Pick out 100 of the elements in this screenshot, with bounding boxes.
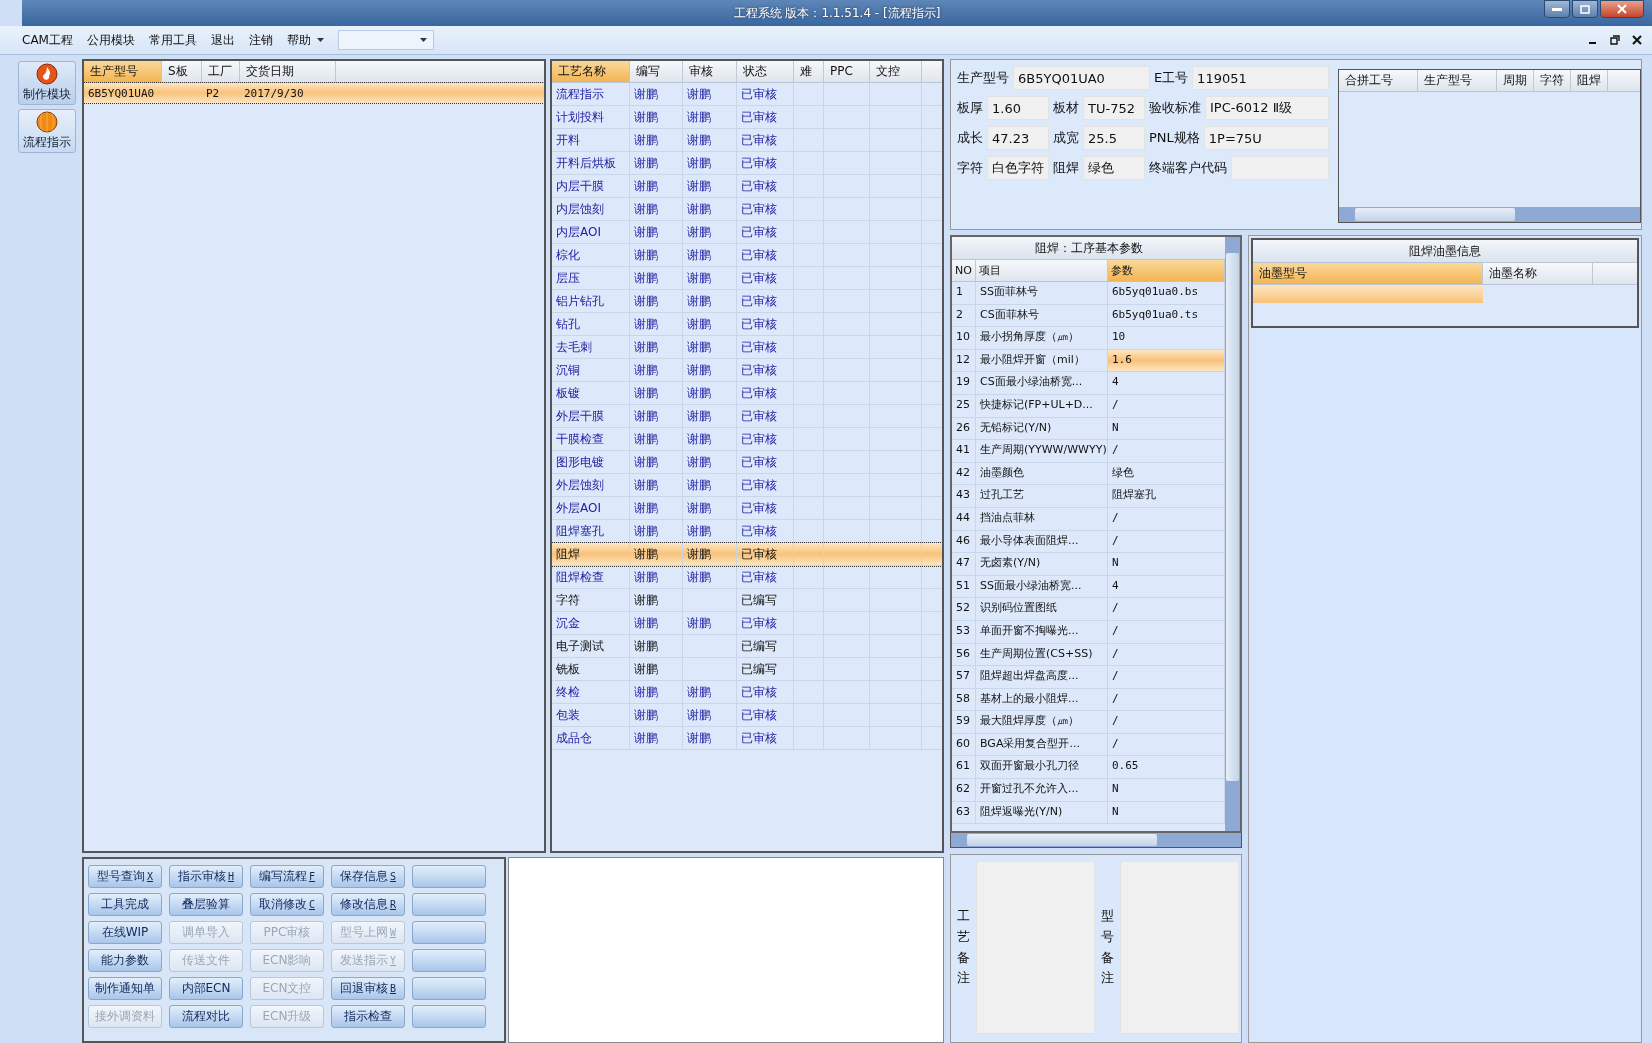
action-button[interactable]: 指示检查 bbox=[331, 1005, 405, 1028]
column-header[interactable]: 文控 bbox=[870, 61, 922, 82]
text-field[interactable]: 119051 bbox=[1192, 66, 1329, 90]
table-row[interactable]: 图形电镀 谢鹏 谢鹏 已审核 bbox=[552, 451, 942, 474]
text-field[interactable]: 1.60 bbox=[987, 96, 1049, 120]
minimize-button[interactable] bbox=[1544, 0, 1570, 18]
blank-button[interactable] bbox=[412, 921, 486, 944]
column-header[interactable]: 周期 bbox=[1497, 70, 1534, 91]
table-row[interactable]: 棕化 谢鹏 谢鹏 已审核 bbox=[552, 244, 942, 267]
table-row[interactable]: 成品仓 谢鹏 谢鹏 已审核 bbox=[552, 727, 942, 750]
table-row[interactable]: 阻焊检查 谢鹏 谢鹏 已审核 bbox=[552, 566, 942, 589]
text-field[interactable]: TU-752 bbox=[1083, 96, 1145, 120]
table-row[interactable]: 板镀 谢鹏 谢鹏 已审核 bbox=[552, 382, 942, 405]
table-row[interactable]: 计划投料 谢鹏 谢鹏 已审核 bbox=[552, 106, 942, 129]
menu-item[interactable]: 注销 bbox=[248, 31, 273, 49]
action-button[interactable]: 指示审核 H bbox=[169, 865, 243, 888]
table-row[interactable]: 阻焊 谢鹏 谢鹏 已审核 bbox=[552, 543, 942, 566]
table-row[interactable]: 内层AOI 谢鹏 谢鹏 已审核 bbox=[552, 221, 942, 244]
text-area[interactable] bbox=[1120, 861, 1239, 1034]
text-area[interactable] bbox=[976, 861, 1095, 1034]
table-row[interactable]: 电子测试 谢鹏 已编写 bbox=[552, 635, 942, 658]
table-row[interactable]: 层压 谢鹏 谢鹏 已审核 bbox=[552, 267, 942, 290]
action-button[interactable]: 回退审核 B bbox=[331, 977, 405, 1000]
table-row[interactable]: 沉金 谢鹏 谢鹏 已审核 bbox=[552, 612, 942, 635]
table-row[interactable]: 去毛刺 谢鹏 谢鹏 已审核 bbox=[552, 336, 942, 359]
action-button[interactable]: 叠层验算 bbox=[169, 893, 243, 916]
column-header[interactable]: 编写 bbox=[630, 61, 683, 82]
column-header[interactable]: PPC bbox=[824, 61, 870, 82]
table-row[interactable]: 开料后烘板 谢鹏 谢鹏 已审核 bbox=[552, 152, 942, 175]
column-header[interactable]: 工艺名称 bbox=[552, 61, 630, 82]
action-button[interactable]: 取消修改 C bbox=[250, 893, 324, 916]
text-field[interactable]: 1P=75U bbox=[1203, 126, 1329, 150]
action-button[interactable]: 编写流程 F bbox=[250, 865, 324, 888]
action-button[interactable]: 修改信息 R bbox=[331, 893, 405, 916]
vertical-scrollbar[interactable] bbox=[1225, 237, 1240, 831]
action-button[interactable]: 能力参数 bbox=[88, 949, 162, 972]
caret-icon[interactable] bbox=[316, 38, 324, 42]
column-header[interactable]: 参数 bbox=[1108, 260, 1225, 281]
column-header[interactable]: 难 bbox=[794, 61, 824, 82]
blank-button[interactable] bbox=[412, 949, 486, 972]
column-header[interactable]: 阻焊 bbox=[1571, 70, 1608, 91]
nav-button[interactable]: 流程指示 bbox=[18, 109, 76, 153]
close-button[interactable] bbox=[1600, 0, 1644, 18]
column-header[interactable]: 合拼工号 bbox=[1339, 70, 1418, 91]
text-field[interactable]: 绿色 bbox=[1083, 156, 1145, 180]
text-field[interactable]: 47.23 bbox=[987, 126, 1049, 150]
column-header[interactable]: 生产型号 bbox=[1418, 70, 1497, 91]
table-row[interactable]: 内层干膜 谢鹏 谢鹏 已审核 bbox=[552, 175, 942, 198]
menu-item[interactable]: 公用模块 bbox=[86, 31, 135, 49]
horizontal-scrollbar[interactable] bbox=[1339, 207, 1640, 222]
menu-item[interactable]: 常用工具 bbox=[148, 31, 197, 49]
text-field[interactable]: 白色字符 bbox=[987, 156, 1049, 180]
action-button[interactable]: 工具完成 bbox=[88, 893, 162, 916]
table-row[interactable]: 6B5YQ01UA0 P2 2017/9/30 bbox=[84, 83, 544, 103]
table-row[interactable]: 沉铜 谢鹏 谢鹏 已审核 bbox=[552, 359, 942, 382]
restore-icon[interactable] bbox=[1610, 35, 1620, 45]
horizontal-scrollbar[interactable] bbox=[950, 833, 1242, 848]
table-row[interactable]: 钻孔 谢鹏 谢鹏 已审核 bbox=[552, 313, 942, 336]
column-header[interactable]: NO bbox=[952, 260, 976, 281]
table-row[interactable]: 外层AOI 谢鹏 谢鹏 已审核 bbox=[552, 497, 942, 520]
menu-item[interactable]: 帮助 bbox=[286, 31, 311, 49]
text-field[interactable]: 6B5YQ01UA0 bbox=[1013, 66, 1150, 90]
table-row[interactable]: 字符 谢鹏 已编写 bbox=[552, 589, 942, 612]
dropdown-field[interactable] bbox=[337, 30, 434, 50]
action-button[interactable]: 内部ECN bbox=[169, 977, 243, 1000]
table-row[interactable]: 外层蚀刻 谢鹏 谢鹏 已审核 bbox=[552, 474, 942, 497]
column-header[interactable]: 油墨型号 bbox=[1253, 263, 1483, 284]
table-row[interactable]: 包装 谢鹏 谢鹏 已审核 bbox=[552, 704, 942, 727]
menu-item[interactable]: 退出 bbox=[210, 31, 235, 49]
action-button[interactable]: 流程对比 bbox=[169, 1005, 243, 1028]
column-header[interactable]: 状态 bbox=[737, 61, 794, 82]
close-icon[interactable] bbox=[1632, 35, 1642, 45]
action-button[interactable]: 在线WIP bbox=[88, 921, 162, 944]
table-row[interactable]: 终检 谢鹏 谢鹏 已审核 bbox=[552, 681, 942, 704]
text-field[interactable] bbox=[1231, 156, 1329, 180]
column-header[interactable]: 油墨名称 bbox=[1483, 263, 1593, 284]
table-cell[interactable]: 1.6 bbox=[1108, 349, 1225, 372]
column-header[interactable]: 字符 bbox=[1534, 70, 1571, 91]
menu-item[interactable]: CAM工程 bbox=[22, 31, 73, 49]
maximize-button[interactable] bbox=[1572, 0, 1598, 18]
table-row[interactable]: 内层蚀刻 谢鹏 谢鹏 已审核 bbox=[552, 198, 942, 221]
blank-button[interactable] bbox=[412, 977, 486, 1000]
action-button[interactable]: 制作通知单 bbox=[88, 977, 162, 1000]
nav-button[interactable]: 制作模块 bbox=[18, 61, 76, 105]
text-field[interactable]: IPC-6012 Ⅱ级 bbox=[1205, 96, 1329, 120]
blank-button[interactable] bbox=[412, 893, 486, 916]
table-row[interactable]: 铣板 谢鹏 已编写 bbox=[552, 658, 942, 681]
selected-row[interactable] bbox=[1253, 285, 1483, 303]
table-row[interactable]: 铝片钻孔 谢鹏 谢鹏 已审核 bbox=[552, 290, 942, 313]
action-button[interactable]: 型号查询 X bbox=[88, 865, 162, 888]
table-row[interactable]: 外层干膜 谢鹏 谢鹏 已审核 bbox=[552, 405, 942, 428]
table-row[interactable]: 流程指示 谢鹏 谢鹏 已审核 bbox=[552, 83, 942, 106]
table-row[interactable]: 干膜检查 谢鹏 谢鹏 已审核 bbox=[552, 428, 942, 451]
text-field[interactable]: 25.5 bbox=[1083, 126, 1145, 150]
blank-button[interactable] bbox=[412, 865, 486, 888]
column-header[interactable]: 生产型号 bbox=[84, 61, 162, 82]
column-header[interactable]: 审核 bbox=[683, 61, 737, 82]
table-row[interactable]: 开料 谢鹏 谢鹏 已审核 bbox=[552, 129, 942, 152]
blank-button[interactable] bbox=[412, 1005, 486, 1028]
action-button[interactable]: 保存信息 S bbox=[331, 865, 405, 888]
